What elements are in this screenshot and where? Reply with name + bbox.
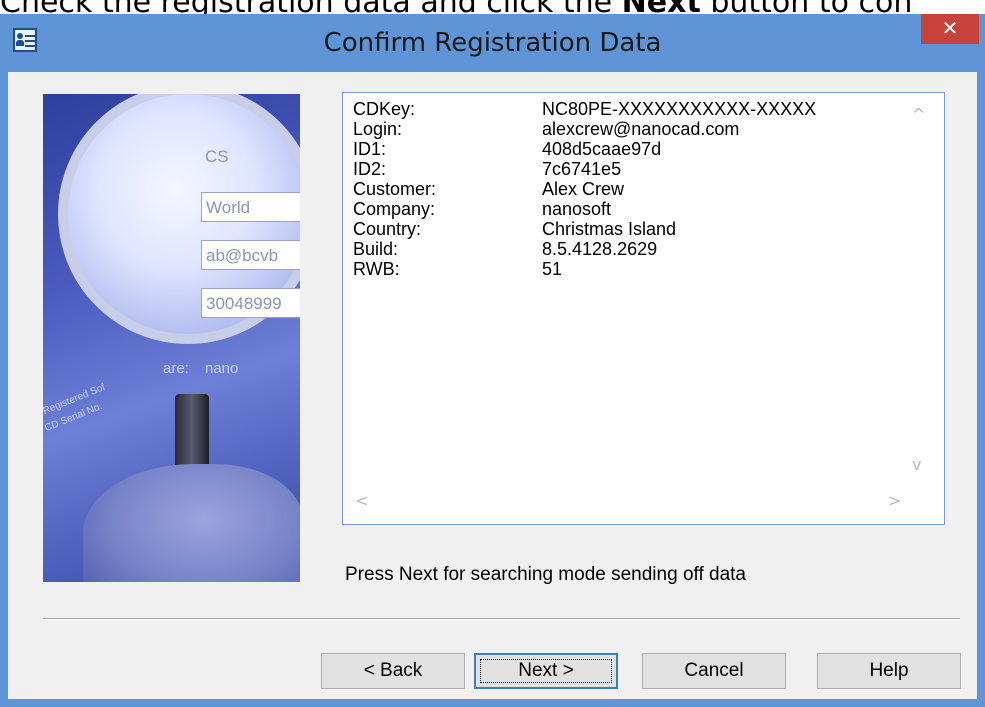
back-button[interactable]: < Back [321,653,465,689]
row-value: 7c6741e5 [542,159,622,179]
close-button[interactable]: ✕ [921,14,979,44]
hint-text: Press Next for searching mode sending of… [345,564,746,585]
magnifier-illustration: CS World ab@bcvb 30048999 are: nano Regi… [43,94,300,582]
row-key: Build: [353,239,399,259]
row-key: RWB: [353,259,400,279]
row-value: 8.5.4128.2629 [542,239,658,259]
illustration-label: are: [163,360,189,377]
row-value: NC80PE-XXXXXXXXXXX-XXXXX [542,99,817,119]
cancel-button-label: Cancel [684,660,744,681]
dialog-client-area: CS World ab@bcvb 30048999 are: nano Regi… [8,72,977,699]
illustration-field: 30048999 [201,288,300,318]
help-button-label: Help [869,660,909,681]
registration-data-box[interactable]: CDKey: NC80PE-XXXXXXXXXXX-XXXXX Login: alex… [342,92,945,525]
help-button[interactable]: Help [817,653,961,689]
hand-image [83,464,300,582]
back-button-label: < Back [363,660,423,681]
next-button[interactable]: Next > [474,653,618,689]
row-key: Country: [353,219,422,239]
scroll-down-arrow[interactable]: v [912,455,921,474]
scroll-up-arrow[interactable]: ^ [912,105,925,124]
dialog-title: Confirm Registration Data [323,28,662,58]
cancel-button[interactable]: Cancel [642,653,786,689]
row-value: nanosoft [542,199,612,219]
row-key: Customer: [353,179,437,199]
illustration-label: nano [205,360,239,377]
row-value: alexcrew@nanocad.com [542,119,740,139]
focus-ring [480,659,612,683]
scroll-left-arrow[interactable]: < [355,491,368,510]
scroll-right-arrow[interactable]: > [888,491,901,510]
dialog-window: Confirm Registration Data ✕ CS World ab@… [0,14,985,707]
row-key: Login: [353,119,403,139]
row-value: 51 [542,259,563,279]
row-value: Christmas Island [542,219,677,239]
row-key: ID2: [353,159,387,179]
separator-line [43,618,960,620]
row-key: CDKey: [353,99,416,119]
title-bar: Confirm Registration Data ✕ [0,14,985,72]
row-value: 408d5caae97d [542,139,662,159]
illustration-field: World [201,192,300,222]
illustration-field: CS [205,147,229,166]
row-key: ID1: [353,139,387,159]
row-value: Alex Crew [542,179,625,199]
illustration-field: ab@bcvb [201,240,300,270]
row-key: Company: [353,199,436,219]
